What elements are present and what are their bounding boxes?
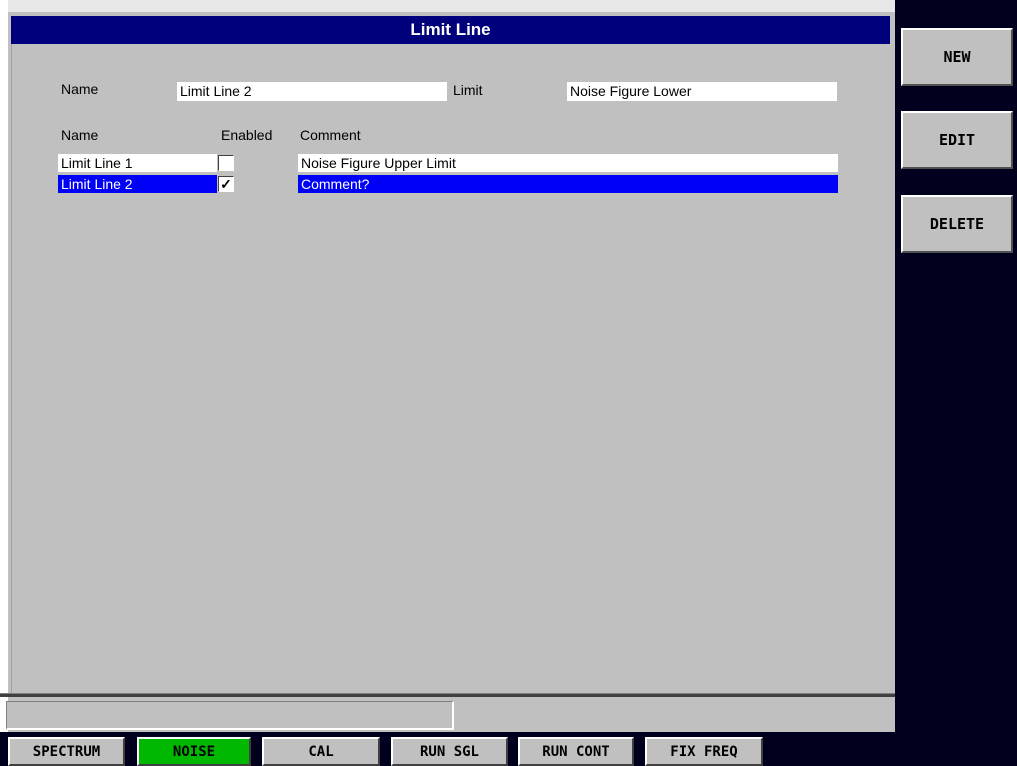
name-label: Name	[61, 81, 99, 97]
limit-field[interactable]: Noise Figure Lower	[567, 82, 837, 101]
status-divider	[0, 693, 895, 697]
row-comment-cell[interactable]: Comment?	[298, 175, 838, 193]
tab-run-cont[interactable]: RUN CONT	[518, 737, 634, 766]
status-bar	[6, 701, 454, 730]
column-header-comment: Comment	[300, 127, 361, 143]
left-bevel	[0, 0, 8, 732]
column-header-name: Name	[61, 127, 99, 143]
column-header-enabled: Enabled	[221, 127, 273, 143]
window-title-bar: Limit Line	[11, 16, 890, 44]
new-button[interactable]: NEW	[901, 28, 1013, 86]
tab-spectrum[interactable]: SPECTRUM	[8, 737, 125, 766]
tab-fix-freq[interactable]: FIX FREQ	[645, 737, 763, 766]
delete-button[interactable]: DELETE	[901, 195, 1013, 253]
edit-button[interactable]: EDIT	[901, 111, 1013, 169]
tab-noise[interactable]: NOISE	[137, 737, 251, 766]
tab-run-sgl[interactable]: RUN SGL	[391, 737, 508, 766]
enabled-checkbox[interactable]	[218, 155, 234, 171]
row-name-cell[interactable]: Limit Line 1	[58, 154, 217, 172]
enabled-checkbox[interactable]: ✓	[218, 176, 234, 192]
row-comment-cell[interactable]: Noise Figure Upper Limit	[298, 154, 838, 172]
dialog-content: Name Limit Line 2 Limit Noise Figure Low…	[11, 44, 891, 695]
limit-label: Limit	[453, 82, 483, 98]
top-strip	[0, 0, 895, 12]
name-field[interactable]: Limit Line 2	[177, 82, 447, 101]
tab-cal[interactable]: CAL	[262, 737, 380, 766]
window-title: Limit Line	[410, 20, 491, 39]
row-name-cell[interactable]: Limit Line 2	[58, 175, 217, 193]
limit-line-dialog: Limit Line Name Limit Line 2 Limit Noise…	[0, 0, 895, 732]
